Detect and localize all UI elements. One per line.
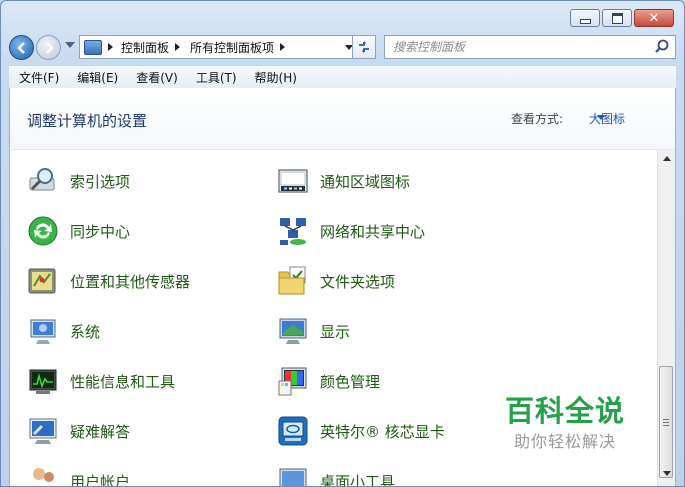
- item-label: 系统: [70, 322, 101, 341]
- item-color-management[interactable]: 颜色管理: [276, 361, 380, 401]
- notification-area-icon: [276, 164, 310, 198]
- scroll-up-button[interactable]: [658, 150, 675, 167]
- intel-graphics-icon: [276, 414, 310, 448]
- item-label: 文件夹选项: [320, 272, 396, 291]
- item-display[interactable]: 显示: [276, 311, 350, 351]
- network-sharing-icon: [276, 214, 310, 248]
- system-monitor-icon: [26, 314, 60, 348]
- watermark: 百科全说 助你轻松解决: [504, 394, 625, 452]
- item-label: 显示: [320, 322, 351, 341]
- view-by-label: 查看方式:: [510, 112, 563, 126]
- control-panel-window: ✕ 控制面板 所有控制面板项 搜索控制面板 文件(F) 编辑(E) 查看(V) …: [0, 0, 685, 487]
- item-label: 通知区域图标: [320, 172, 411, 191]
- item-label: 网络和共享中心: [320, 222, 426, 241]
- search-box[interactable]: [384, 35, 676, 59]
- navigation-bar: 控制面板 所有控制面板项: [9, 33, 676, 61]
- item-label: 疑难解答: [70, 422, 131, 441]
- breadcrumb-all-items[interactable]: 所有控制面板项: [190, 39, 274, 56]
- grip-line: [663, 418, 669, 420]
- magnifier-index-icon: [26, 164, 60, 198]
- breadcrumb-control-panel[interactable]: 控制面板: [121, 39, 169, 56]
- item-label: 性能信息和工具: [70, 372, 176, 391]
- menu-help[interactable]: 帮助(H): [245, 69, 305, 86]
- scroll-down-button[interactable]: [658, 465, 675, 482]
- color-management-icon: [276, 364, 310, 398]
- item-sync-center[interactable]: 同步中心: [26, 211, 130, 251]
- item-folder-options[interactable]: 文件夹选项: [276, 261, 395, 301]
- item-intel-graphics[interactable]: 英特尔® 核芯显卡: [276, 411, 445, 451]
- item-indexing-options[interactable]: 索引选项: [26, 161, 130, 201]
- grip-line: [663, 424, 669, 426]
- minimize-button[interactable]: [570, 9, 600, 27]
- folder-options-icon: [276, 264, 310, 298]
- page-title: 调整计算机的设置: [27, 112, 148, 130]
- close-button[interactable]: ✕: [634, 9, 674, 27]
- arrow-up-icon: [662, 156, 671, 161]
- view-by-dropdown[interactable]: 大图标: [589, 110, 625, 127]
- vertical-scrollbar[interactable]: [657, 150, 675, 486]
- item-user-accounts[interactable]: 用户帐户: [26, 461, 130, 486]
- item-performance[interactable]: 性能信息和工具: [26, 361, 175, 401]
- display-icon: [276, 314, 310, 348]
- minimize-icon: [579, 18, 591, 24]
- item-system[interactable]: 系统: [26, 311, 100, 351]
- desktop-gadgets-icon: [276, 464, 310, 486]
- refresh-button[interactable]: [352, 35, 376, 59]
- location-sensors-icon: [26, 264, 60, 298]
- refresh-icon: [359, 41, 369, 53]
- watermark-subtitle: 助你轻松解决: [513, 432, 616, 451]
- item-label: 位置和其他传感器: [70, 272, 191, 291]
- content-header: 调整计算机的设置 查看方式: 大图标: [10, 88, 675, 150]
- search-icon[interactable]: [653, 38, 671, 56]
- item-label: 索引选项: [70, 172, 131, 191]
- forward-button[interactable]: [36, 35, 61, 60]
- scrollbar-thumb[interactable]: [659, 366, 673, 478]
- watermark-title: 百科全说: [504, 394, 625, 429]
- search-input[interactable]: [385, 39, 653, 55]
- breadcrumb-separator-icon[interactable]: [108, 43, 113, 51]
- item-label: 英特尔® 核芯显卡: [320, 422, 445, 441]
- performance-icon: [26, 364, 60, 398]
- user-accounts-icon: [26, 464, 60, 486]
- menu-bar: 文件(F) 编辑(E) 查看(V) 工具(T) 帮助(H): [9, 65, 676, 89]
- menu-tools[interactable]: 工具(T): [186, 69, 245, 86]
- back-arrow-icon: [16, 41, 25, 54]
- menu-edit[interactable]: 编辑(E): [67, 69, 126, 86]
- troubleshoot-icon: [26, 414, 60, 448]
- sync-center-icon: [26, 214, 60, 248]
- close-icon: ✕: [648, 10, 660, 26]
- menu-view[interactable]: 查看(V): [126, 69, 186, 86]
- chevron-down-icon[interactable]: [597, 115, 605, 120]
- item-notification-area-icons[interactable]: 通知区域图标: [276, 161, 410, 201]
- item-network-sharing-center[interactable]: 网络和共享中心: [276, 211, 425, 251]
- item-label: 桌面小工具: [320, 472, 396, 487]
- address-bar[interactable]: 控制面板 所有控制面板项: [79, 35, 360, 59]
- content-pane: 调整计算机的设置 查看方式: 大图标 索引选项 同步中心 位置和其他传感器 系统…: [9, 88, 676, 486]
- maximize-icon: [611, 12, 623, 24]
- forward-arrow-icon: [45, 41, 54, 54]
- arrow-down-icon: [662, 471, 671, 476]
- item-location-sensors[interactable]: 位置和其他传感器: [26, 261, 190, 301]
- caption-buttons: ✕: [570, 9, 674, 27]
- control-panel-icon: [84, 39, 102, 55]
- item-desktop-gadgets[interactable]: 桌面小工具: [276, 461, 395, 486]
- back-button[interactable]: [9, 35, 34, 60]
- maximize-button[interactable]: [602, 9, 632, 27]
- grip-line: [663, 421, 669, 423]
- item-troubleshooting[interactable]: 疑难解答: [26, 411, 130, 451]
- item-label: 用户帐户: [70, 472, 131, 487]
- recent-pages-dropdown[interactable]: [65, 42, 75, 48]
- item-label: 颜色管理: [320, 372, 381, 391]
- breadcrumb-separator-icon[interactable]: [175, 43, 181, 51]
- item-label: 同步中心: [70, 222, 131, 241]
- breadcrumb-separator-icon[interactable]: [280, 43, 286, 51]
- menu-file[interactable]: 文件(F): [9, 69, 67, 86]
